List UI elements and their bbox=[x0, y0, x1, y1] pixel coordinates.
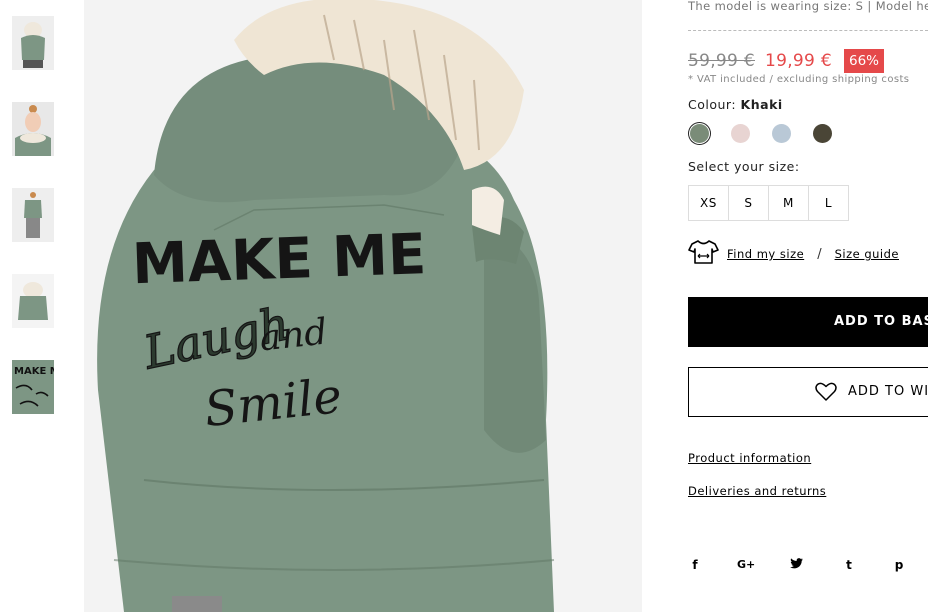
thumbnail-1[interactable] bbox=[12, 16, 54, 70]
size-selector: XS S M L bbox=[688, 185, 849, 221]
size-xs-button[interactable]: XS bbox=[688, 185, 729, 221]
jacket-text-make-me: MAKE ME bbox=[131, 222, 427, 297]
thumbnail-2[interactable] bbox=[12, 102, 54, 156]
add-to-wishlist-label: ADD TO WISHLIST bbox=[848, 384, 928, 399]
thumbnail-3[interactable] bbox=[12, 188, 54, 242]
deliveries-returns-link[interactable]: Deliveries and returns bbox=[688, 484, 826, 498]
pinterest-icon[interactable]: p bbox=[892, 558, 906, 572]
thumbnail-5-text: MAKE ME bbox=[14, 366, 54, 377]
twitter-icon[interactable] bbox=[789, 558, 803, 572]
sale-price: 19,99 € bbox=[765, 51, 832, 71]
google-plus-icon[interactable]: G+ bbox=[737, 558, 755, 571]
divider bbox=[688, 30, 928, 31]
heart-icon bbox=[815, 382, 837, 406]
size-m-button[interactable]: M bbox=[768, 185, 809, 221]
colour-label: Colour: Khaki bbox=[688, 97, 783, 112]
size-label: Select your size: bbox=[688, 159, 800, 174]
swatch-khaki[interactable] bbox=[690, 124, 709, 143]
size-s-button[interactable]: S bbox=[728, 185, 769, 221]
jacket-text-and: and bbox=[258, 312, 330, 360]
facebook-icon[interactable]: f bbox=[688, 558, 702, 572]
old-price: 59,99 € bbox=[688, 51, 755, 71]
colour-value: Khaki bbox=[740, 97, 783, 112]
size-help-row: Find my size / Size guide bbox=[688, 240, 899, 268]
thumbnail-4[interactable] bbox=[12, 274, 54, 328]
swatch-light-blue[interactable] bbox=[772, 124, 791, 143]
model-info-text: The model is wearing size: S | Model hei… bbox=[688, 0, 928, 13]
add-to-wishlist-button[interactable]: ADD TO WISHLIST bbox=[688, 367, 928, 417]
find-my-size-link[interactable]: Find my size bbox=[727, 247, 804, 261]
main-product-image[interactable]: MAKE ME Laugh and Smile bbox=[84, 0, 642, 612]
size-l-button[interactable]: L bbox=[808, 185, 849, 221]
product-information-link[interactable]: Product information bbox=[688, 451, 811, 465]
vat-note: * VAT included / excluding shipping cost… bbox=[688, 74, 910, 85]
link-separator: / bbox=[817, 246, 822, 262]
size-guide-link[interactable]: Size guide bbox=[835, 247, 899, 261]
colour-label-text: Colour: bbox=[688, 97, 737, 112]
thumbnail-5[interactable]: MAKE ME bbox=[12, 360, 54, 414]
discount-badge: 66% bbox=[844, 49, 885, 73]
tumblr-icon[interactable]: t bbox=[842, 558, 856, 572]
swatch-print[interactable] bbox=[731, 124, 750, 143]
tshirt-icon bbox=[688, 239, 719, 269]
swatch-camo[interactable] bbox=[813, 124, 832, 143]
add-to-basket-button[interactable]: ADD TO BASKET bbox=[688, 297, 928, 347]
product-details-panel: The model is wearing size: S | Model hei… bbox=[688, 0, 928, 612]
add-to-basket-label: ADD TO BASKET bbox=[834, 314, 928, 329]
price-row: 59,99 € 19,99 € 66% bbox=[688, 48, 885, 74]
social-share: f G+ t p bbox=[688, 558, 928, 576]
